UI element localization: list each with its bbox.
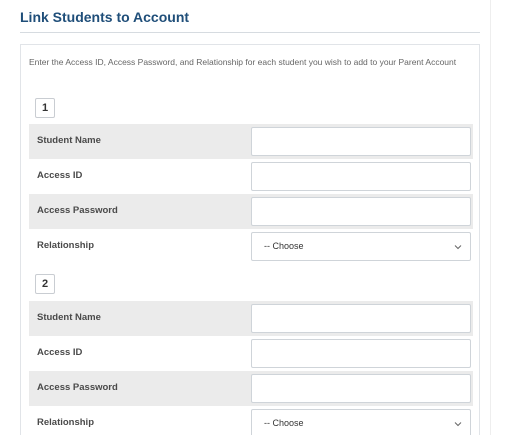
access-password-row: Access Password	[29, 371, 473, 406]
page: Link Students to Account Enter the Acces…	[0, 0, 524, 435]
access-id-label: Access ID	[37, 347, 83, 358]
relationship-row: Relationship -- Choose	[29, 229, 473, 264]
chevron-down-icon	[454, 245, 462, 250]
relationship-selected-value: -- Choose	[264, 241, 304, 251]
access-id-row: Access ID	[29, 336, 473, 371]
instructions-text: Enter the Access ID, Access Password, an…	[29, 57, 457, 67]
student-number-badge: 1	[35, 98, 55, 118]
page-title: Link Students to Account	[20, 9, 190, 25]
access-password-input[interactable]	[251, 197, 471, 226]
relationship-label: Relationship	[37, 417, 95, 428]
relationship-select[interactable]: -- Choose	[251, 232, 471, 261]
access-id-label: Access ID	[37, 170, 83, 181]
link-students-panel: Link Students to Account Enter the Acces…	[10, 0, 490, 435]
relationship-select[interactable]: -- Choose	[251, 409, 471, 435]
student-name-input[interactable]	[251, 304, 471, 333]
relationship-selected-value: -- Choose	[264, 418, 304, 428]
access-password-label: Access Password	[37, 382, 118, 393]
relationship-label: Relationship	[37, 240, 95, 251]
access-password-label: Access Password	[37, 205, 118, 216]
access-id-row: Access ID	[29, 159, 473, 194]
chevron-down-icon	[454, 422, 462, 427]
access-password-row: Access Password	[29, 194, 473, 229]
relationship-row: Relationship -- Choose	[29, 406, 473, 435]
sidebar-divider	[490, 0, 491, 435]
student-name-input[interactable]	[251, 127, 471, 156]
student-name-row: Student Name	[29, 301, 473, 336]
access-id-input[interactable]	[251, 162, 471, 191]
link-students-form: Enter the Access ID, Access Password, an…	[20, 44, 480, 435]
student-name-label: Student Name	[37, 312, 101, 323]
access-id-input[interactable]	[251, 339, 471, 368]
student-name-row: Student Name	[29, 124, 473, 159]
title-divider	[20, 32, 480, 33]
access-password-input[interactable]	[251, 374, 471, 403]
student-name-label: Student Name	[37, 135, 101, 146]
student-number-badge: 2	[35, 274, 55, 294]
